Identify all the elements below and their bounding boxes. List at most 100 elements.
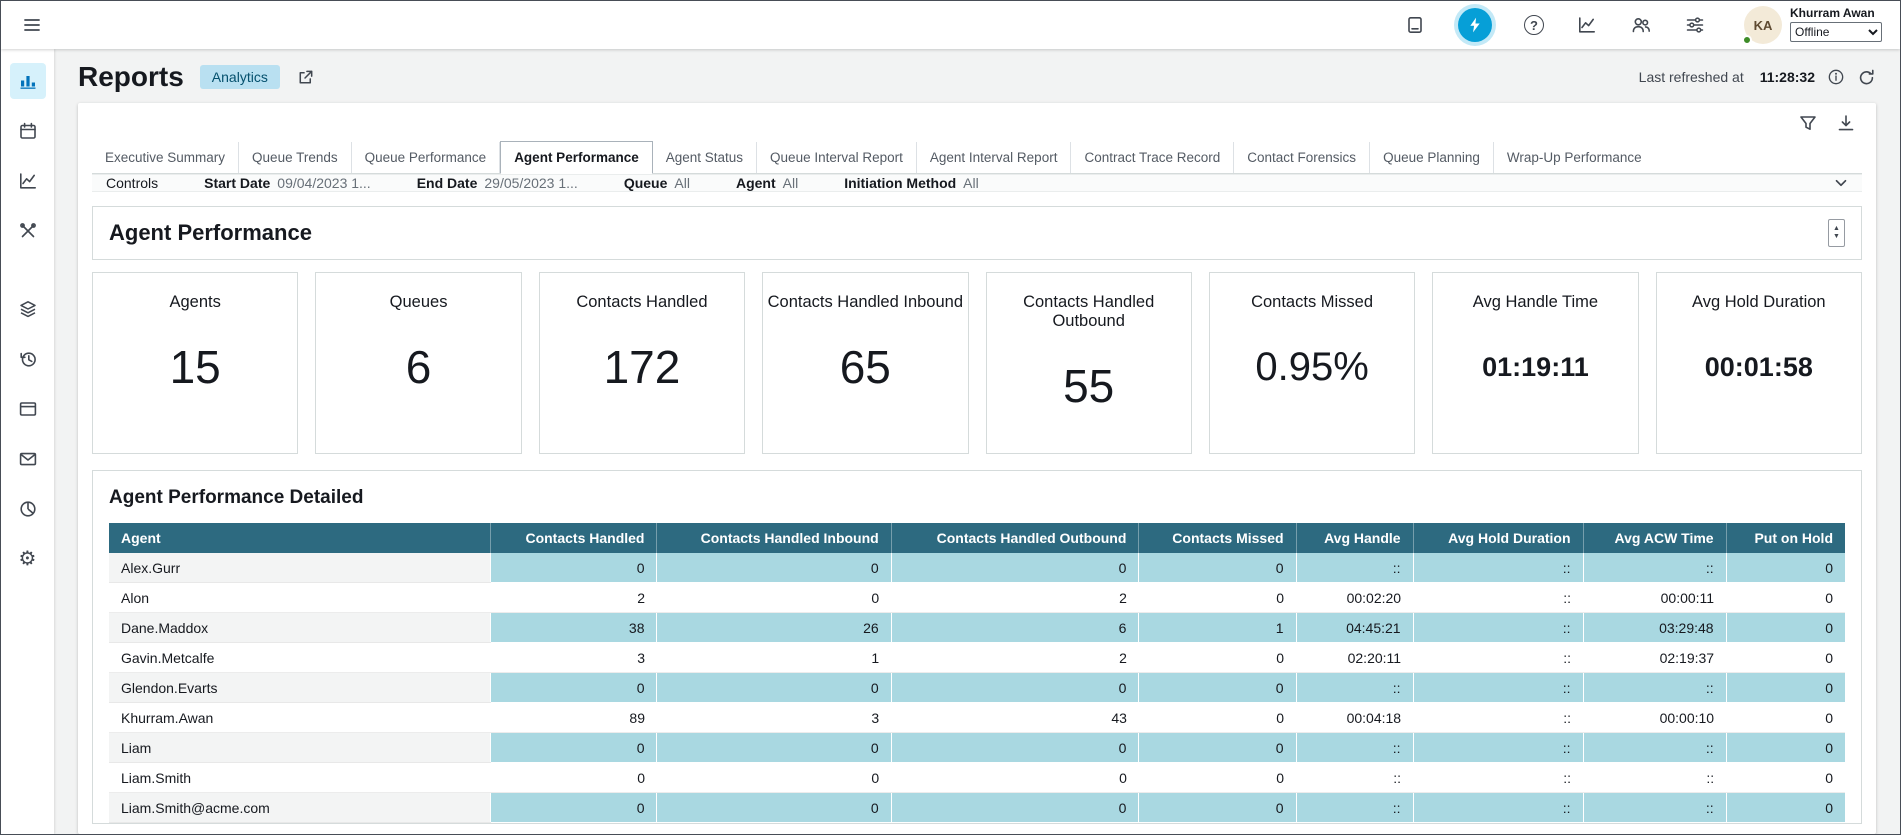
- table-row[interactable]: Gavin.Metcalfe312002:20:11::02:19:370: [109, 643, 1845, 673]
- column-header-contacts-handled-outbound[interactable]: Contacts Handled Outbound: [891, 523, 1139, 553]
- table-cell: ::: [1296, 673, 1413, 703]
- tab-contact-forensics[interactable]: Contact Forensics: [1234, 142, 1370, 173]
- history-icon: [18, 349, 38, 369]
- column-header-agent[interactable]: Agent: [109, 523, 491, 553]
- kpi-value: 65: [763, 328, 967, 406]
- filter-agent[interactable]: AgentAll: [736, 175, 798, 191]
- table-cell: 0: [1139, 673, 1296, 703]
- sidebar-item-window[interactable]: [10, 391, 46, 427]
- agent-name-cell: Liam.Smith: [109, 763, 491, 793]
- column-header-avg-handle[interactable]: Avg Handle: [1296, 523, 1413, 553]
- table-row[interactable]: Liam.Smith0000::::::0: [109, 763, 1845, 793]
- info-icon[interactable]: [1827, 68, 1845, 86]
- hamburger-menu-icon[interactable]: [19, 12, 45, 38]
- table-head-row: AgentContacts HandledContacts Handled In…: [109, 523, 1845, 553]
- avatar[interactable]: KA: [1744, 6, 1782, 44]
- lightning-icon[interactable]: [1458, 8, 1492, 42]
- status-dot: [1742, 35, 1752, 45]
- filter-label: Queue: [624, 175, 668, 191]
- kpi-label: Contacts Handled Inbound: [763, 293, 967, 312]
- column-header-contacts-handled[interactable]: Contacts Handled: [491, 523, 657, 553]
- table-cell: ::: [1296, 733, 1413, 763]
- table-cell: 0: [1726, 583, 1845, 613]
- table-cell: 89: [491, 703, 657, 733]
- reports-panel: Executive SummaryQueue TrendsQueue Perfo…: [78, 103, 1876, 834]
- tab-agent-performance[interactable]: Agent Performance: [500, 141, 653, 174]
- users-icon[interactable]: [1630, 14, 1652, 36]
- refresh-icon[interactable]: [1857, 68, 1876, 87]
- download-icon[interactable]: [1836, 113, 1856, 133]
- filter-start-date[interactable]: Start Date09/04/2023 1...: [204, 175, 371, 191]
- column-header-contacts-handled-inbound[interactable]: Contacts Handled Inbound: [657, 523, 891, 553]
- table-cell: 0: [1139, 643, 1296, 673]
- calendar-icon: [18, 121, 38, 141]
- table-cell: 0: [1139, 703, 1296, 733]
- column-header-contacts-missed[interactable]: Contacts Missed: [1139, 523, 1296, 553]
- tab-agent-interval-report[interactable]: Agent Interval Report: [917, 142, 1072, 173]
- tab-queue-trends[interactable]: Queue Trends: [239, 142, 352, 173]
- sidebar-item-tools[interactable]: [10, 213, 46, 249]
- column-header-put-on-hold[interactable]: Put on Hold: [1726, 523, 1845, 553]
- sidebar: ⚙: [1, 49, 54, 834]
- external-link-icon[interactable]: [296, 68, 315, 87]
- kpi-card-avg-hold-duration: Avg Hold Duration00:01:58: [1656, 272, 1862, 454]
- chevron-down-icon[interactable]: [1832, 174, 1850, 192]
- table-cell: 0: [891, 673, 1139, 703]
- notepad-icon[interactable]: [1404, 14, 1426, 36]
- line-chart-icon[interactable]: [1576, 14, 1598, 36]
- tab-contract-trace-record[interactable]: Contract Trace Record: [1071, 142, 1234, 173]
- table-cell: 0: [891, 553, 1139, 583]
- kpi-value: 0.95%: [1210, 328, 1414, 406]
- table-cell: 0: [1726, 613, 1845, 643]
- filter-initiation-method[interactable]: Initiation MethodAll: [844, 175, 979, 191]
- table-cell: ::: [1413, 613, 1583, 643]
- agent-status-select[interactable]: Offline: [1790, 22, 1882, 42]
- tab-executive-summary[interactable]: Executive Summary: [92, 142, 239, 173]
- filter-end-date[interactable]: End Date29/05/2023 1...: [417, 175, 578, 191]
- table-cell: ::: [1583, 733, 1726, 763]
- sidebar-item-settings[interactable]: ⚙: [10, 541, 46, 577]
- table-cell: 2: [891, 643, 1139, 673]
- sliders-icon[interactable]: [1684, 14, 1706, 36]
- table-cell: ::: [1296, 763, 1413, 793]
- sidebar-item-bar-chart[interactable]: [10, 63, 46, 99]
- tab-strip: Executive SummaryQueue TrendsQueue Perfo…: [92, 141, 1862, 174]
- table-cell: 0: [1726, 643, 1845, 673]
- table-row[interactable]: Liam0000::::::0: [109, 733, 1845, 763]
- filter-value: 09/04/2023 1...: [277, 175, 370, 191]
- table-row[interactable]: Dane.Maddox38266104:45:21::03:29:480: [109, 613, 1845, 643]
- table-cell: 0: [657, 673, 891, 703]
- sidebar-item-layers[interactable]: [10, 291, 46, 327]
- sidebar-item-mail[interactable]: [10, 441, 46, 477]
- table-row[interactable]: Khurram.Awan89343000:04:18::00:00:100: [109, 703, 1845, 733]
- table-cell: 0: [891, 733, 1139, 763]
- sidebar-item-line-chart[interactable]: [10, 163, 46, 199]
- filter-value: All: [674, 175, 690, 191]
- tab-agent-status[interactable]: Agent Status: [653, 142, 757, 173]
- stepper-control[interactable]: ▲▼: [1828, 219, 1845, 247]
- line-chart-icon: [18, 171, 38, 191]
- table-cell: 0: [891, 793, 1139, 823]
- help-icon[interactable]: ?: [1524, 15, 1544, 35]
- sidebar-item-history[interactable]: [10, 341, 46, 377]
- tab-queue-interval-report[interactable]: Queue Interval Report: [757, 142, 917, 173]
- sidebar-item-calendar[interactable]: [10, 113, 46, 149]
- sidebar-item-pie-chart[interactable]: [10, 491, 46, 527]
- agent-name-cell: Liam: [109, 733, 491, 763]
- table-row[interactable]: Liam.Smith@acme.com0000::::::0: [109, 793, 1845, 823]
- tab-wrap-up-performance[interactable]: Wrap-Up Performance: [1494, 142, 1655, 173]
- kpi-card-contacts-handled-outbound: Contacts Handled Outbound55: [986, 272, 1192, 454]
- kpi-label: Queues: [316, 293, 520, 312]
- table-row[interactable]: Alon202000:02:20::00:00:110: [109, 583, 1845, 613]
- filter-queue[interactable]: Queue All: [624, 175, 690, 191]
- table-row[interactable]: Alex.Gurr0000::::::0: [109, 553, 1845, 583]
- filter-label: End Date: [417, 175, 478, 191]
- table-row[interactable]: Glendon.Evarts0000::::::0: [109, 673, 1845, 703]
- column-header-avg-hold-duration[interactable]: Avg Hold Duration: [1413, 523, 1583, 553]
- tab-queue-performance[interactable]: Queue Performance: [352, 142, 501, 173]
- page-title: Reports: [78, 61, 184, 93]
- filter-icon[interactable]: [1798, 113, 1818, 133]
- tab-queue-planning[interactable]: Queue Planning: [1370, 142, 1494, 173]
- column-header-avg-acw-time[interactable]: Avg ACW Time: [1583, 523, 1726, 553]
- table-cell: 3: [657, 703, 891, 733]
